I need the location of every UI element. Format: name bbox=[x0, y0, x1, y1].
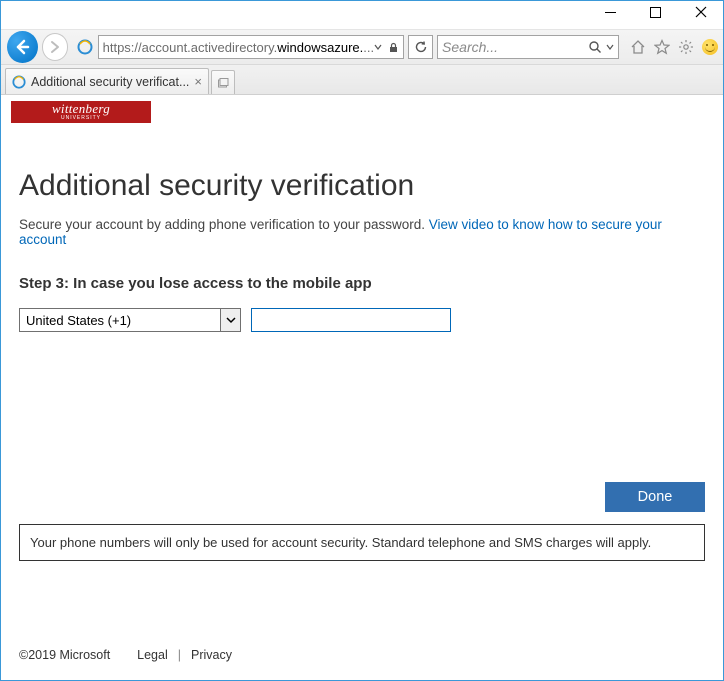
footer-separator: | bbox=[178, 648, 181, 662]
window-close-button[interactable] bbox=[678, 1, 723, 23]
address-url-prefix: https://account.activedirectory. bbox=[103, 40, 278, 55]
page-title: Additional security verification bbox=[19, 169, 705, 203]
footer-copyright: ©2019 Microsoft bbox=[19, 648, 110, 662]
address-url-suffix: ... bbox=[363, 40, 374, 55]
search-box[interactable]: Search... bbox=[437, 35, 619, 59]
window-titlebar bbox=[1, 1, 723, 29]
main-content: Additional security verification Secure … bbox=[1, 129, 723, 680]
page-viewport: wittenberg UNIVERSITY Additional securit… bbox=[1, 95, 723, 680]
lock-icon bbox=[388, 42, 399, 53]
maximize-icon bbox=[650, 7, 661, 18]
tools-button[interactable] bbox=[677, 38, 695, 56]
country-code-select[interactable]: United States (+1) bbox=[19, 308, 241, 332]
lead-text: Secure your account by adding phone veri… bbox=[19, 217, 705, 247]
address-bar[interactable]: https://account.activedirectory.windowsa… bbox=[98, 35, 404, 59]
nav-forward-button[interactable] bbox=[42, 33, 69, 61]
arrow-right-icon bbox=[48, 40, 62, 54]
brand-name: wittenberg bbox=[52, 103, 110, 115]
browser-navbar: https://account.activedirectory.windowsa… bbox=[1, 29, 723, 65]
security-notice: Your phone numbers will only be used for… bbox=[19, 524, 705, 561]
tab-favicon bbox=[12, 75, 26, 89]
footer-legal-link[interactable]: Legal bbox=[137, 648, 168, 662]
refresh-button[interactable] bbox=[408, 35, 433, 59]
window-maximize-button[interactable] bbox=[633, 1, 678, 23]
footer-privacy-link[interactable]: Privacy bbox=[191, 648, 232, 662]
tab-title: Additional security verificat... bbox=[31, 75, 189, 89]
brand-bar: wittenberg UNIVERSITY bbox=[1, 95, 723, 129]
lead-text-plain: Secure your account by adding phone veri… bbox=[19, 217, 429, 232]
browser-tab[interactable]: Additional security verificat... × bbox=[5, 68, 209, 94]
close-icon bbox=[695, 6, 707, 18]
minimize-icon bbox=[605, 7, 616, 18]
refresh-icon bbox=[414, 40, 428, 54]
browser-window: https://account.activedirectory.windowsa… bbox=[0, 0, 724, 681]
page-footer: ©2019 Microsoft Legal | Privacy bbox=[19, 630, 705, 680]
nav-back-button[interactable] bbox=[7, 31, 38, 63]
new-tab-button[interactable] bbox=[211, 70, 235, 94]
home-button[interactable] bbox=[629, 38, 647, 56]
smiley-icon bbox=[702, 39, 718, 55]
arrow-left-icon bbox=[13, 38, 31, 56]
window-minimize-button[interactable] bbox=[588, 1, 633, 23]
search-icon bbox=[588, 40, 602, 54]
country-code-value: United States (+1) bbox=[26, 313, 131, 328]
brand-sub: UNIVERSITY bbox=[61, 115, 101, 121]
select-toggle[interactable] bbox=[220, 309, 240, 331]
wittenberg-logo: wittenberg UNIVERSITY bbox=[11, 101, 151, 123]
star-icon bbox=[654, 39, 670, 55]
phone-number-input[interactable] bbox=[251, 308, 451, 332]
tab-strip: Additional security verificat... × bbox=[1, 65, 723, 95]
gear-icon bbox=[678, 39, 694, 55]
phone-row: United States (+1) bbox=[19, 308, 705, 332]
new-tab-icon bbox=[217, 77, 229, 89]
toolbar-icons bbox=[623, 38, 719, 56]
button-row: Done bbox=[19, 482, 705, 512]
chevron-down-icon bbox=[374, 43, 382, 51]
step-label: Step 3: In case you lose access to the m… bbox=[19, 275, 705, 292]
feedback-button[interactable] bbox=[701, 38, 719, 56]
favorites-button[interactable] bbox=[653, 38, 671, 56]
chevron-down-icon bbox=[226, 315, 236, 325]
done-button[interactable]: Done bbox=[605, 482, 705, 512]
search-placeholder: Search... bbox=[442, 39, 498, 55]
home-icon bbox=[630, 39, 646, 55]
ie-logo-icon bbox=[76, 38, 93, 56]
address-url-host: windowsazure. bbox=[277, 40, 363, 55]
chevron-down-icon bbox=[606, 43, 614, 51]
tab-close-button[interactable]: × bbox=[194, 74, 202, 89]
